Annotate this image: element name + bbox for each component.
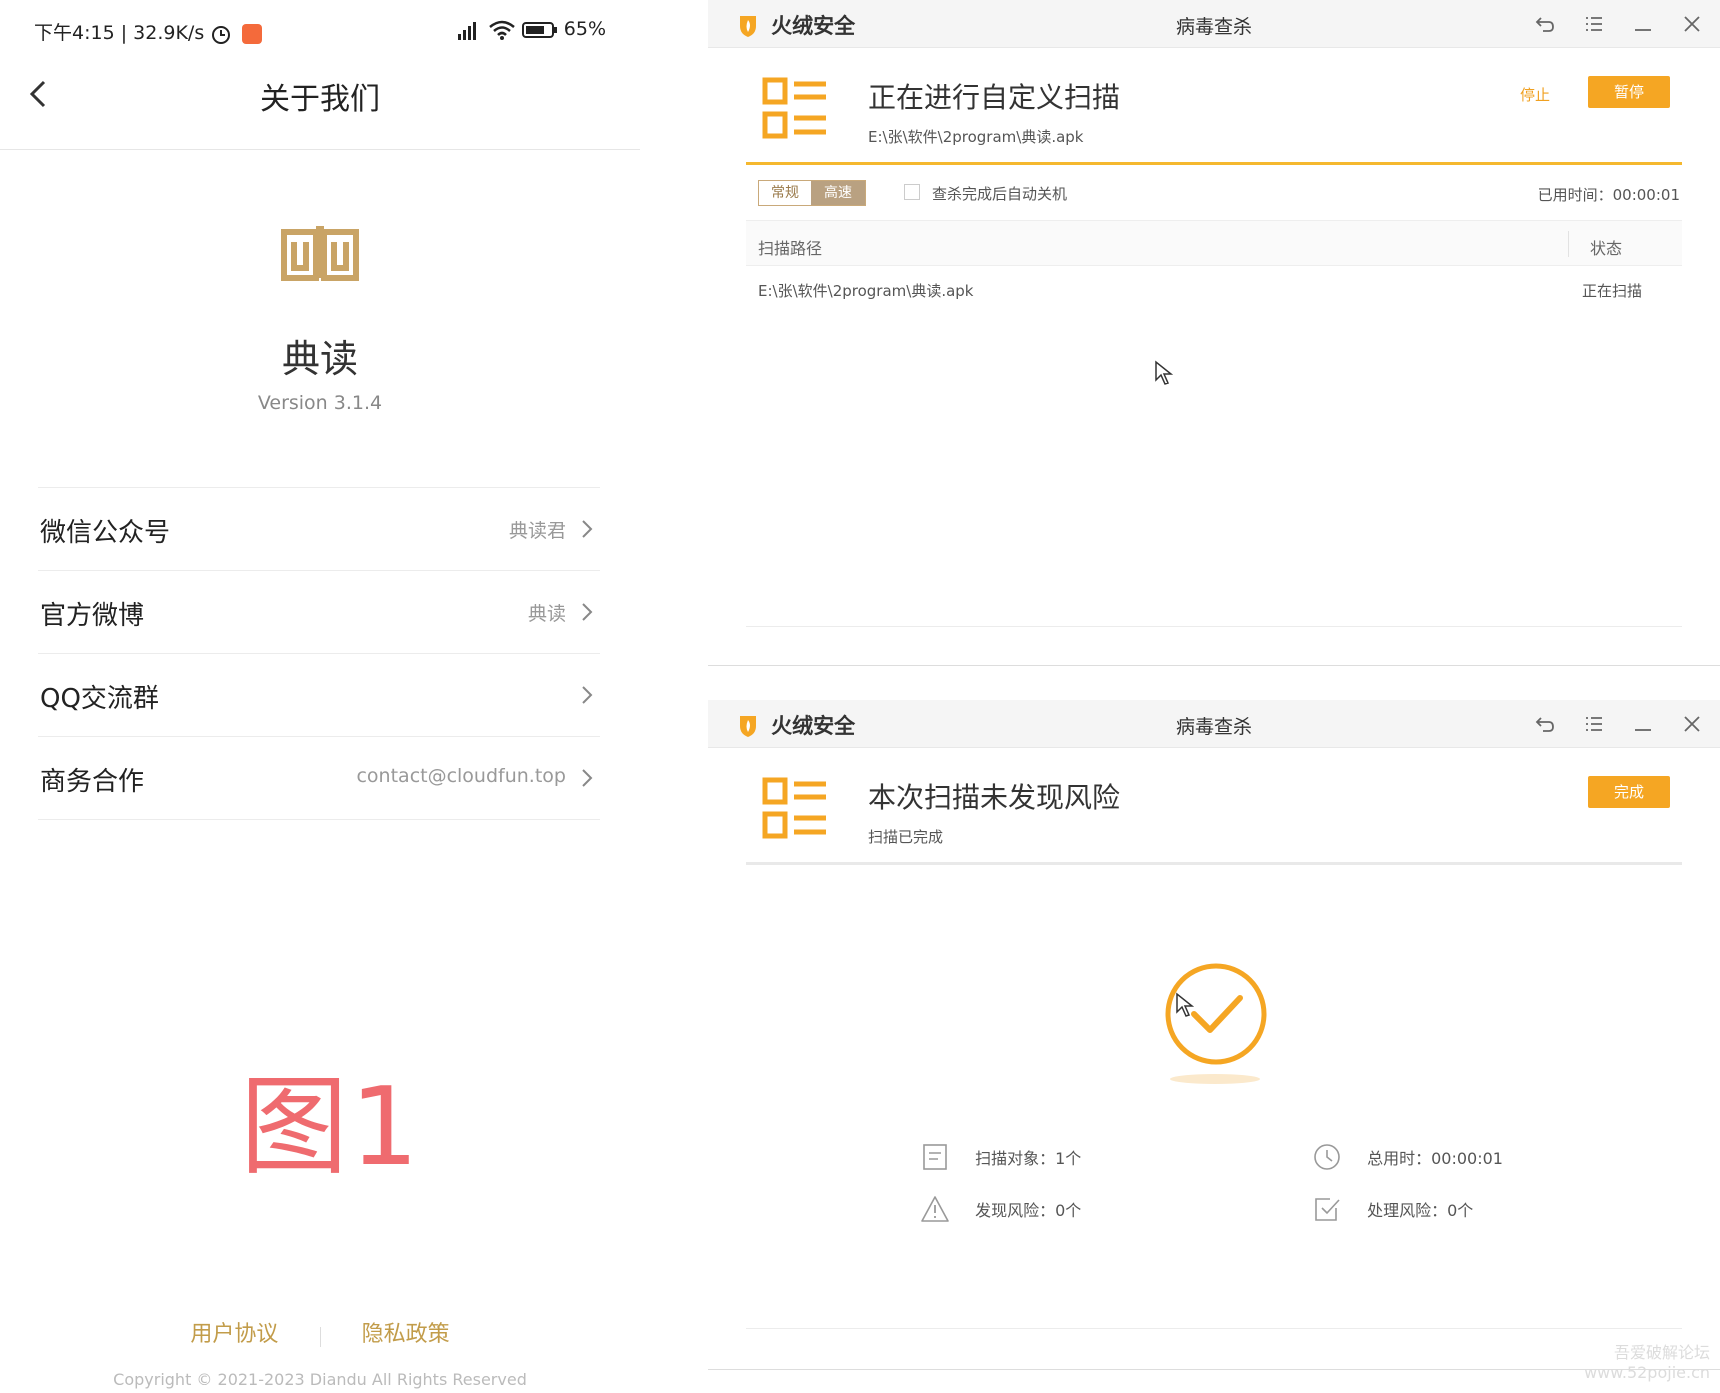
minimize-icon[interactable] bbox=[1629, 10, 1657, 38]
checkbox-checked-icon bbox=[1315, 1198, 1340, 1221]
status-bar: 下午4:15 | 32.9K/s 65% bbox=[34, 18, 606, 44]
stat-text: 处理风险：0个 bbox=[1367, 1201, 1474, 1220]
copyright: Copyright © 2021-2023 Diandu All Rights … bbox=[113, 1370, 527, 1389]
menu-item-label: 官方微博 bbox=[40, 601, 145, 631]
table-row-status: 正在扫描 bbox=[1582, 282, 1643, 300]
column-header-path: 扫描路径 bbox=[758, 239, 823, 258]
menu-item-value: 典读君 bbox=[508, 520, 566, 542]
about-menu: 微信公众号 典读君 官方微博 典读 QQ交流群 商务合作 contact@clo… bbox=[38, 487, 600, 820]
close-icon[interactable] bbox=[1678, 10, 1706, 38]
scan-window-completed: 火绒安全 病毒查杀 本次扫描未发现风险 扫描已完成 完成 扫描对象：1个 总用时… bbox=[708, 700, 1720, 1370]
stat-text: 总用时：00:00:01 bbox=[1367, 1149, 1503, 1168]
watermark-line1: 吾爱破解论坛 bbox=[1613, 1343, 1710, 1362]
mouse-cursor-icon bbox=[1176, 992, 1195, 1017]
watermark-line2: www.52pojie.cn bbox=[1584, 1363, 1710, 1382]
app-name: 典读 bbox=[281, 337, 358, 381]
document-icon bbox=[923, 1144, 947, 1170]
book-logo-icon bbox=[281, 226, 359, 281]
footer-divider bbox=[319, 1326, 321, 1347]
column-divider bbox=[1568, 231, 1569, 257]
figure-label: 图1 bbox=[240, 1065, 421, 1190]
scan-result-subtitle: 扫描已完成 bbox=[868, 828, 944, 846]
wifi-icon bbox=[488, 20, 515, 40]
alarm-icon bbox=[212, 25, 231, 44]
signal-icon bbox=[457, 21, 476, 40]
warning-icon bbox=[921, 1196, 949, 1222]
elapsed-time: 已用时间：00:00:01 bbox=[1537, 186, 1680, 204]
scan-window-in-progress: 火绒安全 病毒查杀 正在进行自定义扫描 E:\张\软件\2program\典读.… bbox=[708, 0, 1720, 666]
privacy-policy-link[interactable]: 隐私政策 bbox=[362, 1316, 450, 1348]
menu-item-qq-group[interactable]: QQ交流群 bbox=[38, 654, 600, 737]
pause-button[interactable]: 暂停 bbox=[1588, 76, 1670, 108]
chevron-right-icon bbox=[582, 769, 593, 787]
done-button[interactable]: 完成 bbox=[1588, 776, 1670, 808]
scan-result-heading: 本次扫描未发现风险 bbox=[868, 781, 1121, 814]
stat-text: 扫描对象：1个 bbox=[975, 1149, 1082, 1168]
window-bottom-divider bbox=[746, 626, 1682, 627]
mouse-cursor-icon bbox=[1155, 360, 1174, 385]
mode-fast[interactable]: 高速 bbox=[811, 181, 865, 205]
screen-record-icon bbox=[242, 23, 263, 44]
stop-button[interactable]: 停止 bbox=[1520, 84, 1550, 105]
stat-text: 发现风险：0个 bbox=[975, 1201, 1082, 1220]
chevron-right-icon bbox=[582, 603, 593, 621]
menu-item-weibo[interactable]: 官方微博 典读 bbox=[38, 571, 600, 654]
scan-list-icon bbox=[762, 777, 826, 839]
battery-percent: 65% bbox=[563, 18, 606, 40]
auto-shutdown-checkbox[interactable] bbox=[904, 184, 920, 200]
menu-item-wechat[interactable]: 微信公众号 典读君 bbox=[38, 488, 600, 571]
window-controls bbox=[1515, 710, 1706, 738]
close-icon[interactable] bbox=[1678, 710, 1706, 738]
menu-item-business[interactable]: 商务合作 contact@cloudfun.top bbox=[38, 737, 600, 820]
back-icon[interactable] bbox=[1531, 10, 1559, 38]
menu-item-label: QQ交流群 bbox=[40, 684, 159, 714]
scan-mode-toggle[interactable]: 常规 高速 bbox=[758, 180, 866, 206]
clock-icon bbox=[1314, 1144, 1340, 1170]
battery-icon bbox=[521, 21, 557, 38]
chevron-right-icon bbox=[582, 520, 593, 538]
menu-list-icon[interactable] bbox=[1580, 710, 1608, 738]
footer-links: 用户协议 隐私政策 bbox=[0, 1316, 640, 1348]
window-bottom-divider bbox=[746, 1328, 1682, 1329]
auto-shutdown-label: 查杀完成后自动关机 bbox=[932, 185, 1068, 203]
table-row-path: E:\张\软件\2program\典读.apk bbox=[758, 282, 974, 300]
window-titlebar: 火绒安全 病毒查杀 bbox=[708, 0, 1720, 48]
column-header-status: 状态 bbox=[1590, 239, 1623, 258]
menu-item-value: contact@cloudfun.top bbox=[356, 765, 566, 787]
menu-item-label: 商务合作 bbox=[40, 767, 145, 797]
scan-table-header: 扫描路径 状态 bbox=[746, 220, 1682, 266]
stat-total-time: 总用时：00:00:01 bbox=[1312, 1142, 1503, 1176]
check-shadow bbox=[1170, 1074, 1260, 1084]
scan-heading: 正在进行自定义扫描 bbox=[868, 81, 1121, 114]
user-agreement-link[interactable]: 用户协议 bbox=[190, 1316, 278, 1348]
window-controls bbox=[1515, 10, 1706, 38]
chevron-right-icon bbox=[582, 686, 593, 704]
menu-item-value: 典读 bbox=[527, 603, 566, 625]
top-nav-bar: 关于我们 bbox=[0, 66, 640, 150]
stat-scan-objects: 扫描对象：1个 bbox=[920, 1142, 1081, 1176]
scan-list-icon bbox=[762, 77, 826, 139]
mode-normal[interactable]: 常规 bbox=[759, 181, 811, 205]
stat-risks-found: 发现风险：0个 bbox=[920, 1194, 1081, 1228]
app-version: Version 3.1.4 bbox=[257, 392, 383, 414]
menu-item-label: 微信公众号 bbox=[40, 518, 171, 548]
scan-progress-complete bbox=[746, 862, 1682, 865]
menu-list-icon[interactable] bbox=[1580, 10, 1608, 38]
minimize-icon[interactable] bbox=[1629, 710, 1657, 738]
window-titlebar: 火绒安全 病毒查杀 bbox=[708, 700, 1720, 748]
scan-progress-bar bbox=[746, 162, 1682, 165]
phone-about-page: 下午4:15 | 32.9K/s 65% 关于我们 典读 Version 3.1… bbox=[0, 0, 640, 1393]
back-icon[interactable] bbox=[1531, 710, 1559, 738]
forum-watermark: 吾爱破解论坛 www.52pojie.cn bbox=[1584, 1343, 1710, 1383]
scan-target-path: E:\张\软件\2program\典读.apk bbox=[868, 128, 1084, 146]
status-time-speed: 下午4:15 | 32.9K/s bbox=[34, 22, 205, 44]
stat-risks-handled: 处理风险：0个 bbox=[1312, 1194, 1473, 1228]
page-title: 关于我们 bbox=[260, 82, 380, 117]
